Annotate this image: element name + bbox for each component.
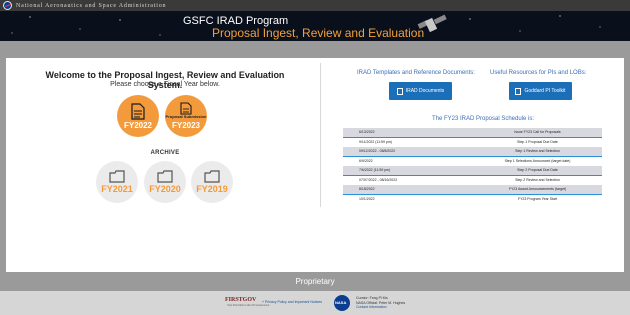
goddard-toolkit-label: Goddard PI Toolkit [524, 88, 566, 94]
goddard-toolkit-button[interactable]: Goddard PI Toolkit [509, 82, 572, 100]
schedule-date: 8/18/2022 [359, 187, 375, 192]
irad-documents-button[interactable]: IRAD Documents [389, 82, 452, 100]
schedule-event: Issue FY23 Call for Proposals [514, 130, 561, 135]
table-row: 10/1/2022 FY23 Program Year Start [343, 194, 602, 204]
table-row: 8/18/2022 FY23 Award Announcements (targe… [343, 185, 602, 195]
archive-heading: ARCHIVE [150, 150, 180, 156]
schedule-date: 09/12/2022 - 08/8/2022 [359, 149, 396, 154]
nasa-logo-text: NASA [335, 300, 347, 305]
schedule-event: Step 1 Proposal Due Date [517, 140, 558, 145]
schedule-date: 6/9/2022 [359, 159, 373, 164]
document-icon [131, 102, 145, 120]
privacy-policy-link[interactable]: + Privacy Policy and Important Notices [262, 300, 322, 304]
table-row: 9/11/2022 (11:59 pm) Step 1 Proposal Due … [343, 137, 602, 147]
page-footer: FIRSTGOV Your First Click to the US Gove… [0, 291, 630, 315]
fy2022-label: FY2022 [123, 120, 153, 130]
schedule-event: Step 2 Proposal Due Date [517, 168, 558, 173]
curator-info: Curator: Fang Pi Ma NASA Official: Peter… [356, 296, 405, 310]
fy2020-button[interactable]: FY2020 [144, 161, 186, 203]
folder-icon [109, 170, 125, 183]
fy2023-sublabel: Proposal Submission [165, 114, 207, 120]
nasa-meatball-icon[interactable]: NASA [334, 295, 350, 311]
table-row: 6/13/2022 Issue FY23 Call for Proposals [343, 128, 602, 138]
schedule-date: 07/07/2022 - 08/16/2022 [359, 178, 398, 183]
fy2021-button[interactable]: FY2021 [96, 161, 138, 203]
schedule-event: FY23 Program Year Start [517, 197, 558, 202]
folder-icon [204, 170, 220, 183]
fy2019-button[interactable]: FY2019 [191, 161, 233, 203]
header-strip [0, 41, 630, 58]
column-divider [320, 63, 321, 207]
fy2020-label: FY2020 [149, 184, 181, 194]
firstgov-logo[interactable]: FIRSTGOV [225, 297, 256, 303]
firstgov-tagline: Your First Click to the US Government [227, 304, 270, 307]
banner-subtitle: Proposal Ingest, Review and Evaluation [212, 26, 425, 40]
toolkit-icon [515, 87, 522, 95]
choose-fiscal-year-text: Please choose a Fiscal Year below. [110, 81, 220, 88]
resources-heading: Useful Resources for PIs and LOBs: [490, 70, 587, 76]
schedule-event: Step 1 Selections Announced (target date… [504, 159, 571, 164]
schedule-date: 10/1/2022 [359, 197, 375, 202]
schedule-table: 6/13/2022 Issue FY23 Call for Proposals 9… [343, 128, 602, 204]
schedule-event: Step 2 Review and Selection [515, 178, 560, 183]
folder-icon [157, 170, 173, 183]
schedule-event: FY23 Award Announcements (target) [508, 187, 567, 192]
irad-documents-label: IRAD Documents [405, 88, 445, 94]
table-row: 09/12/2022 - 08/8/2022 Step 1 Review and … [343, 147, 602, 157]
schedule-date: 6/13/2022 [359, 130, 375, 135]
nasa-meatball-icon[interactable] [3, 1, 12, 10]
agency-bar: National Aeronautics and Space Administr… [0, 0, 630, 11]
fy2021-label: FY2021 [101, 184, 133, 194]
schedule-event: Step 1 Review and Selection [515, 149, 560, 154]
contact-link[interactable]: Contact Information [356, 305, 405, 310]
fy2023-button[interactable]: Proposal Submission FY2023 [165, 95, 207, 137]
site-banner: GSFC IRAD Program Proposal Ingest, Revie… [0, 11, 630, 41]
schedule-title: The FY23 IRAD Proposal Schedule is: [431, 116, 535, 122]
agency-name[interactable]: National Aeronautics and Space Administr… [16, 3, 166, 9]
satellite-icon [417, 14, 447, 33]
fy2023-label: FY2023 [171, 120, 201, 130]
schedule-date: 9/11/2022 (11:59 pm) [359, 140, 392, 145]
schedule-date: 7/6/2022 (11:59 pm) [359, 168, 391, 173]
templates-heading: IRAD Templates and Reference Documents: [357, 70, 475, 76]
fy2022-button[interactable]: FY2022 [117, 95, 159, 137]
fy2019-label: FY2019 [196, 184, 228, 194]
table-row: 7/6/2022 (11:59 pm) Step 2 Proposal Due D… [343, 166, 602, 176]
document-icon [396, 87, 403, 95]
table-row: 07/07/2022 - 08/16/2022 Step 2 Review and… [343, 175, 602, 185]
proprietary-label: Proprietary [295, 277, 335, 286]
table-row: 6/9/2022 Step 1 Selections Announced (tar… [343, 156, 602, 166]
